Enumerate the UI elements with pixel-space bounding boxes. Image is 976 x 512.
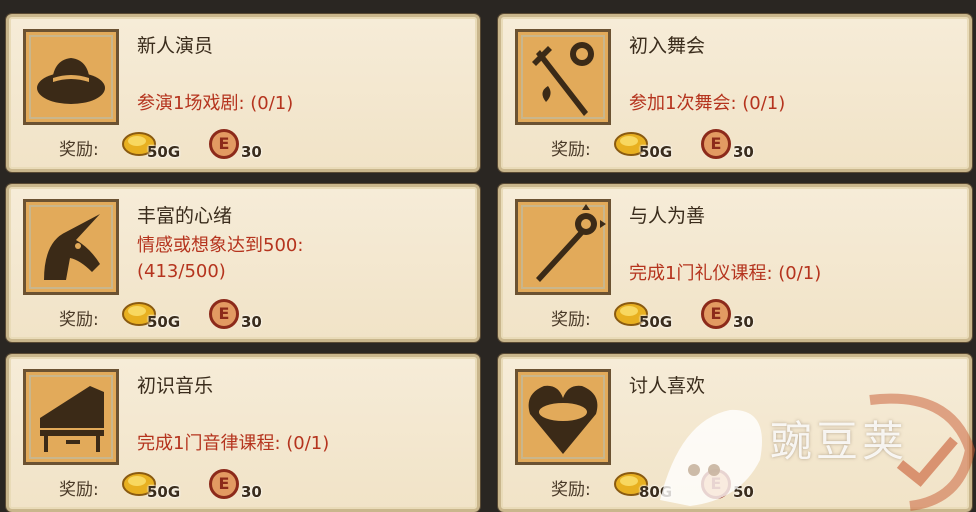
gold-value: 50G [639,313,673,331]
quest-title: 讨人喜欢 [629,375,706,397]
reward-label: 奖励: [551,310,591,330]
quest-title: 初入舞会 [629,35,706,57]
quest-title: 初识音乐 [137,375,214,397]
quest-progress: 完成1门礼仪课程: (0/1) [629,263,822,284]
e-coin-icon: E [701,129,731,159]
reward-label: 奖励: [59,140,99,160]
piano-icon [23,369,119,465]
gold-value: 50G [639,143,673,161]
e-coin-icon: E [209,299,239,329]
quest-progress: 完成1门音律课程: (0/1) [137,433,330,454]
quest-progress: 参演1场戏剧: (0/1) [137,93,294,114]
hat-icon [23,29,119,125]
reward-label: 奖励: [551,140,591,160]
quest-card-kindness[interactable]: 与人为善 完成1门礼仪课程: (0/1) 奖励: 50G E 30 [498,184,972,342]
e-coin-icon: E [209,469,239,499]
gold-value: 50G [147,483,181,501]
e-value: 30 [241,483,262,501]
quest-card-emotions[interactable]: 丰富的心绪 情感或想象达到500: (413/500) 奖励: 50G E 30 [6,184,480,342]
reward-label: 奖励: [551,480,591,500]
heart-icon [515,369,611,465]
e-value: 50 [733,483,754,501]
gold-value: 50G [147,143,181,161]
watermark-text: 豌豆荚 [770,417,909,466]
quest-title: 丰富的心绪 [137,205,233,227]
e-value: 30 [733,313,754,331]
quest-title: 新人演员 [137,35,214,57]
e-coin-icon: E [701,299,731,329]
e-coin-icon: E [209,129,239,159]
quest-progress-count: (413/500) [137,261,226,282]
quest-progress: 情感或想象达到500: [137,235,304,256]
e-value: 30 [241,313,262,331]
sword-rose-icon [515,29,611,125]
e-coin-icon: E [701,469,731,499]
gold-value: 80G [639,483,673,501]
quest-card-music[interactable]: 初识音乐 完成1门音律课程: (0/1) 奖励: 50G E 30 [6,354,480,512]
scepter-icon [515,199,611,295]
reward-label: 奖励: [59,480,99,500]
reward-label: 奖励: [59,310,99,330]
quest-title: 与人为善 [629,205,706,227]
quest-progress: 参加1次舞会: (0/1) [629,93,786,114]
unicorn-icon [23,199,119,295]
quest-card-ball[interactable]: 初入舞会 参加1次舞会: (0/1) 奖励: 50G E 30 [498,14,972,172]
quest-card-actor[interactable]: 新人演员 参演1场戏剧: (0/1) 奖励: 50G E 30 [6,14,480,172]
e-value: 30 [733,143,754,161]
gold-value: 50G [147,313,181,331]
e-value: 30 [241,143,262,161]
